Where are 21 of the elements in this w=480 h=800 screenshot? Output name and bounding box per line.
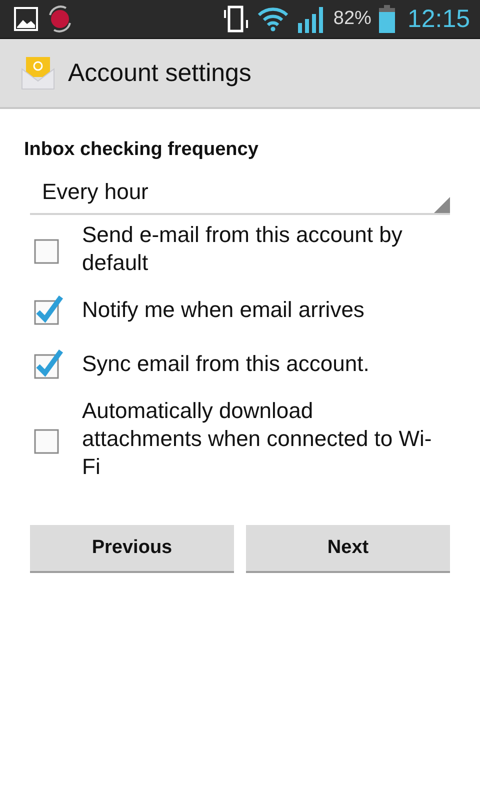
screen-title: Account settings: [68, 58, 252, 88]
clock: 12:15: [407, 4, 470, 34]
frequency-dropdown[interactable]: Every hour: [30, 171, 450, 215]
next-button[interactable]: Next: [246, 525, 450, 573]
image-icon: [14, 7, 38, 31]
email-icon: [20, 55, 56, 91]
battery-icon: [379, 5, 396, 33]
option-label: Automatically download attachments when connected to Wi-Fi: [82, 397, 432, 481]
battery-percent: 82%: [333, 8, 372, 30]
vibrate-icon: [223, 5, 250, 33]
field-label: Inbox checking frequency: [24, 139, 260, 161]
option-label: Notify me when email arrives: [82, 296, 364, 324]
option-label: Sync email from this account.: [82, 350, 370, 378]
dropdown-triangle-icon: [434, 197, 450, 213]
sync-icon: [46, 5, 74, 33]
option-label: Send e-mail from this account by default: [82, 221, 404, 277]
checkbox[interactable]: [34, 294, 64, 326]
signal-icon: [297, 5, 326, 33]
previous-button[interactable]: Previous: [30, 525, 234, 573]
checkbox[interactable]: [34, 348, 64, 380]
wifi-icon: [257, 6, 290, 32]
